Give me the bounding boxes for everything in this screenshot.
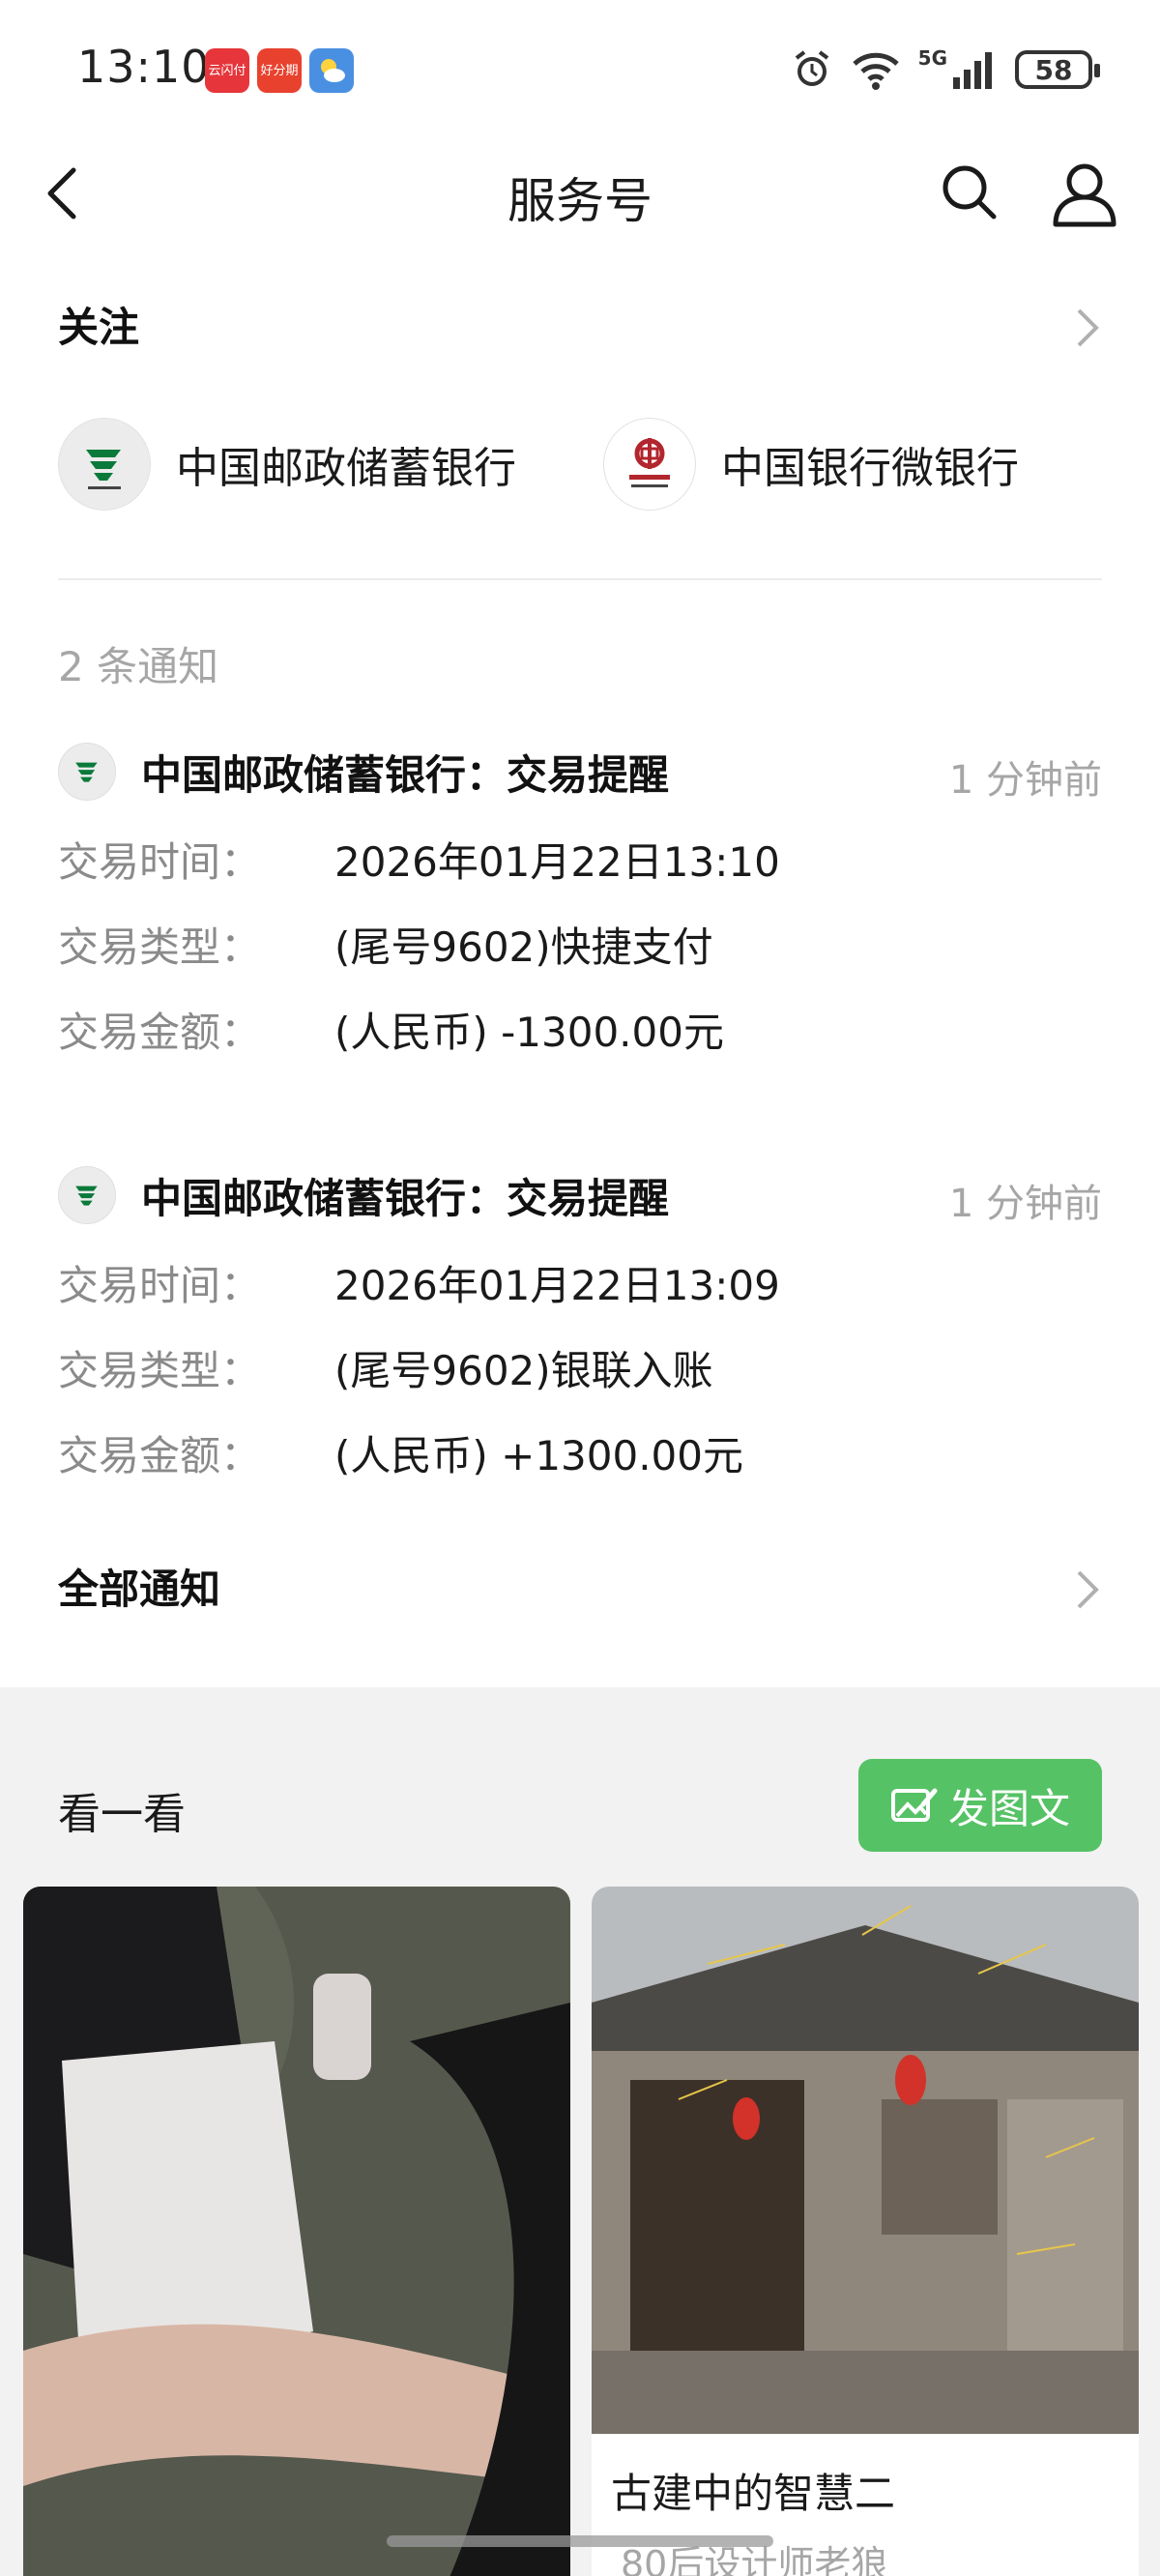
wifi-icon [852, 52, 899, 90]
article-thumbnail [592, 1887, 1139, 2434]
battery-level: 58 [1034, 53, 1073, 86]
notice-row: 交易时间： 2026年01月22日13:09 [58, 1234, 1102, 1319]
post-button-label: 发图文 [947, 1784, 1070, 1832]
network-type-label: 5G [917, 46, 947, 70]
weather-app-icon [309, 48, 354, 93]
notice-time: 1 分钟前 [948, 1182, 1102, 1226]
row-value: 2026年01月22日13:09 [334, 1262, 780, 1309]
notice-card[interactable]: 中国邮政储蓄银行：交易提醒 1 分钟前 交易时间： 2026年01月22日13:1… [58, 733, 1102, 1120]
notice-count-label: 2 条通知 [58, 643, 219, 690]
nav-bar: 服务号 [0, 135, 1160, 251]
row-key: 交易时间： [58, 1262, 262, 1309]
chevron-right-icon [1077, 1570, 1099, 1609]
search-icon[interactable] [938, 161, 1000, 222]
psbc-logo-icon [58, 743, 116, 801]
row-key: 交易金额： [58, 1009, 262, 1056]
all-notices-label: 全部通知 [58, 1566, 221, 1613]
yunshanfu-app-icon: 云闪付 [205, 48, 249, 93]
notice-row: 交易金额： (人民币) -1300.00元 [58, 981, 1102, 1066]
divider [58, 578, 1102, 580]
boc-logo-icon [603, 418, 696, 511]
image-edit-icon [890, 1788, 938, 1822]
psbc-logo-icon [58, 418, 151, 511]
post-image-text-button[interactable]: 发图文 [858, 1759, 1102, 1852]
home-indicator[interactable] [387, 2535, 773, 2547]
battery-icon: 58 [1015, 50, 1100, 89]
account-name: 中国银行微银行 [721, 444, 1019, 493]
followed-account-psbc[interactable]: 中国邮政储蓄银行 [58, 416, 516, 512]
notice-row: 交易时间： 2026年01月22日13:10 [58, 810, 1102, 895]
row-value: (人民币) -1300.00元 [334, 1009, 724, 1056]
article-card[interactable] [23, 1887, 570, 2576]
follow-section-header[interactable]: 关注 [58, 295, 1102, 363]
followed-accounts: 中国邮政储蓄银行 中国银行微银行 [58, 416, 1121, 512]
article-title: 古建中的智慧二 [611, 2470, 896, 2517]
row-key: 交易金额： [58, 1432, 262, 1479]
cellular-signal-icon [953, 52, 992, 89]
article-thumbnail [23, 1887, 570, 2576]
psbc-logo-icon [58, 1166, 116, 1224]
follow-label: 关注 [58, 304, 140, 351]
followed-account-boc[interactable]: 中国银行微银行 [603, 416, 1019, 512]
row-key: 交易时间： [58, 838, 262, 886]
article-card[interactable]: 古建中的智慧二 80后设计师老狼 [592, 1887, 1139, 2576]
haofenqi-app-icon: 好分期 [257, 48, 302, 93]
look-label: 看一看 [58, 1790, 186, 1839]
notice-time: 1 分钟前 [948, 758, 1102, 803]
notice-title: 中国邮政储蓄银行：交易提醒 [141, 750, 670, 799]
notice-row: 交易金额： (人民币) +1300.00元 [58, 1404, 1102, 1489]
look-section: 看一看 发图文 古建中的智慧二 80后设计师老狼 [0, 1687, 1160, 2576]
notice-card[interactable]: 中国邮政储蓄银行：交易提醒 1 分钟前 交易时间： 2026年01月22日13:0… [58, 1156, 1102, 1543]
row-value: (尾号9602)快捷支付 [334, 923, 713, 971]
alarm-icon [795, 50, 828, 86]
notice-row: 交易类型： (尾号9602)快捷支付 [58, 895, 1102, 981]
row-value: (尾号9602)银联入账 [334, 1347, 713, 1394]
row-value: (人民币) +1300.00元 [334, 1432, 743, 1479]
chevron-right-icon [1077, 308, 1099, 347]
status-time: 13:10 [77, 41, 211, 93]
account-name: 中国邮政储蓄银行 [176, 444, 516, 493]
notice-title: 中国邮政储蓄银行：交易提醒 [141, 1174, 670, 1222]
all-notices-link[interactable]: 全部通知 [58, 1557, 1102, 1634]
notice-row: 交易类型： (尾号9602)银联入账 [58, 1319, 1102, 1404]
row-key: 交易类型： [58, 923, 262, 971]
row-key: 交易类型： [58, 1347, 262, 1394]
row-value: 2026年01月22日13:10 [334, 838, 780, 886]
status-bar: 13:10 云闪付 好分期 5G 58 [0, 0, 1160, 135]
profile-icon[interactable] [1050, 159, 1119, 228]
